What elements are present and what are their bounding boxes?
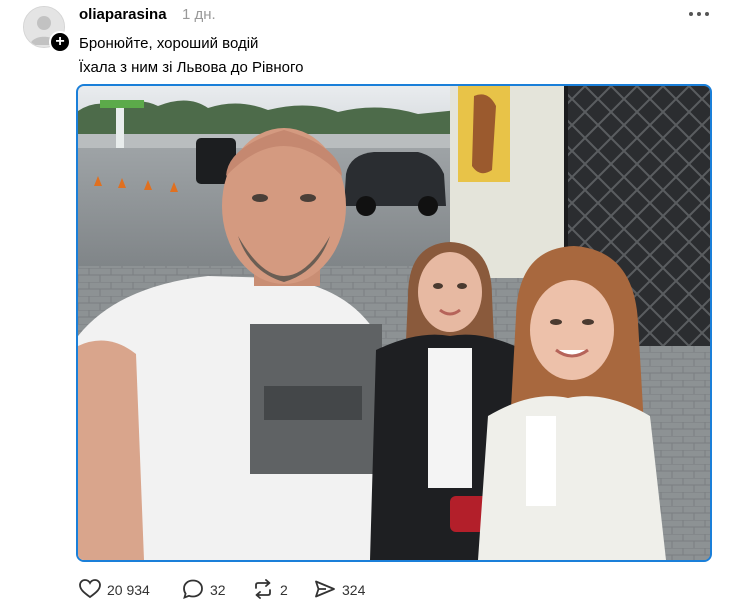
repost-icon [255, 579, 271, 599]
post-timestamp: 1 дн. [182, 6, 216, 23]
more-dots-icon [689, 12, 709, 16]
threads-post: + oliaparasina 1 дн. Бронюйте, хороший в… [0, 0, 740, 601]
follow-button[interactable]: + [49, 31, 71, 53]
author-username[interactable]: oliaparasina [79, 6, 167, 23]
share-count: 324 [342, 582, 366, 598]
post-caption-line: Їхала з ним зі Львова до Рівного [79, 59, 304, 76]
post-photo[interactable] [76, 84, 712, 562]
more-options-button[interactable] [686, 4, 712, 24]
repost-count: 2 [280, 582, 288, 598]
share-icon [315, 580, 335, 598]
heart-icon [79, 579, 101, 599]
like-count: 20 934 [107, 582, 150, 598]
photo-image [78, 86, 710, 560]
post-caption-line: Бронюйте, хороший водій [79, 35, 259, 52]
comment-count: 32 [210, 582, 226, 598]
comment-bubble-icon [183, 579, 203, 599]
